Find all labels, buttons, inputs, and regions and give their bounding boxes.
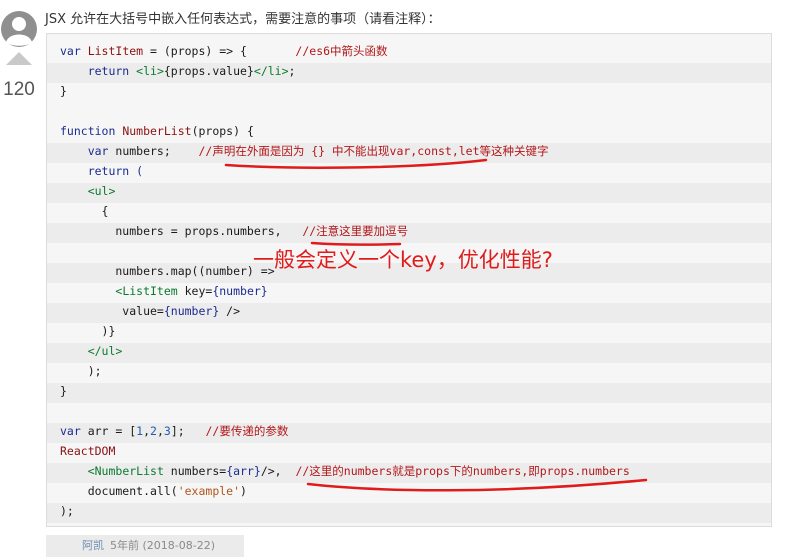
comment-time: 5年前 (2018-08-22) bbox=[110, 539, 216, 552]
handwritten-annotation: 一般会定义一个key，优化性能? bbox=[253, 248, 553, 272]
annotation-underlines bbox=[224, 158, 648, 492]
comment-meta: 阿凯 5年前 (2018-08-22) bbox=[46, 535, 244, 557]
comment-author[interactable]: 阿凯 bbox=[82, 539, 104, 552]
